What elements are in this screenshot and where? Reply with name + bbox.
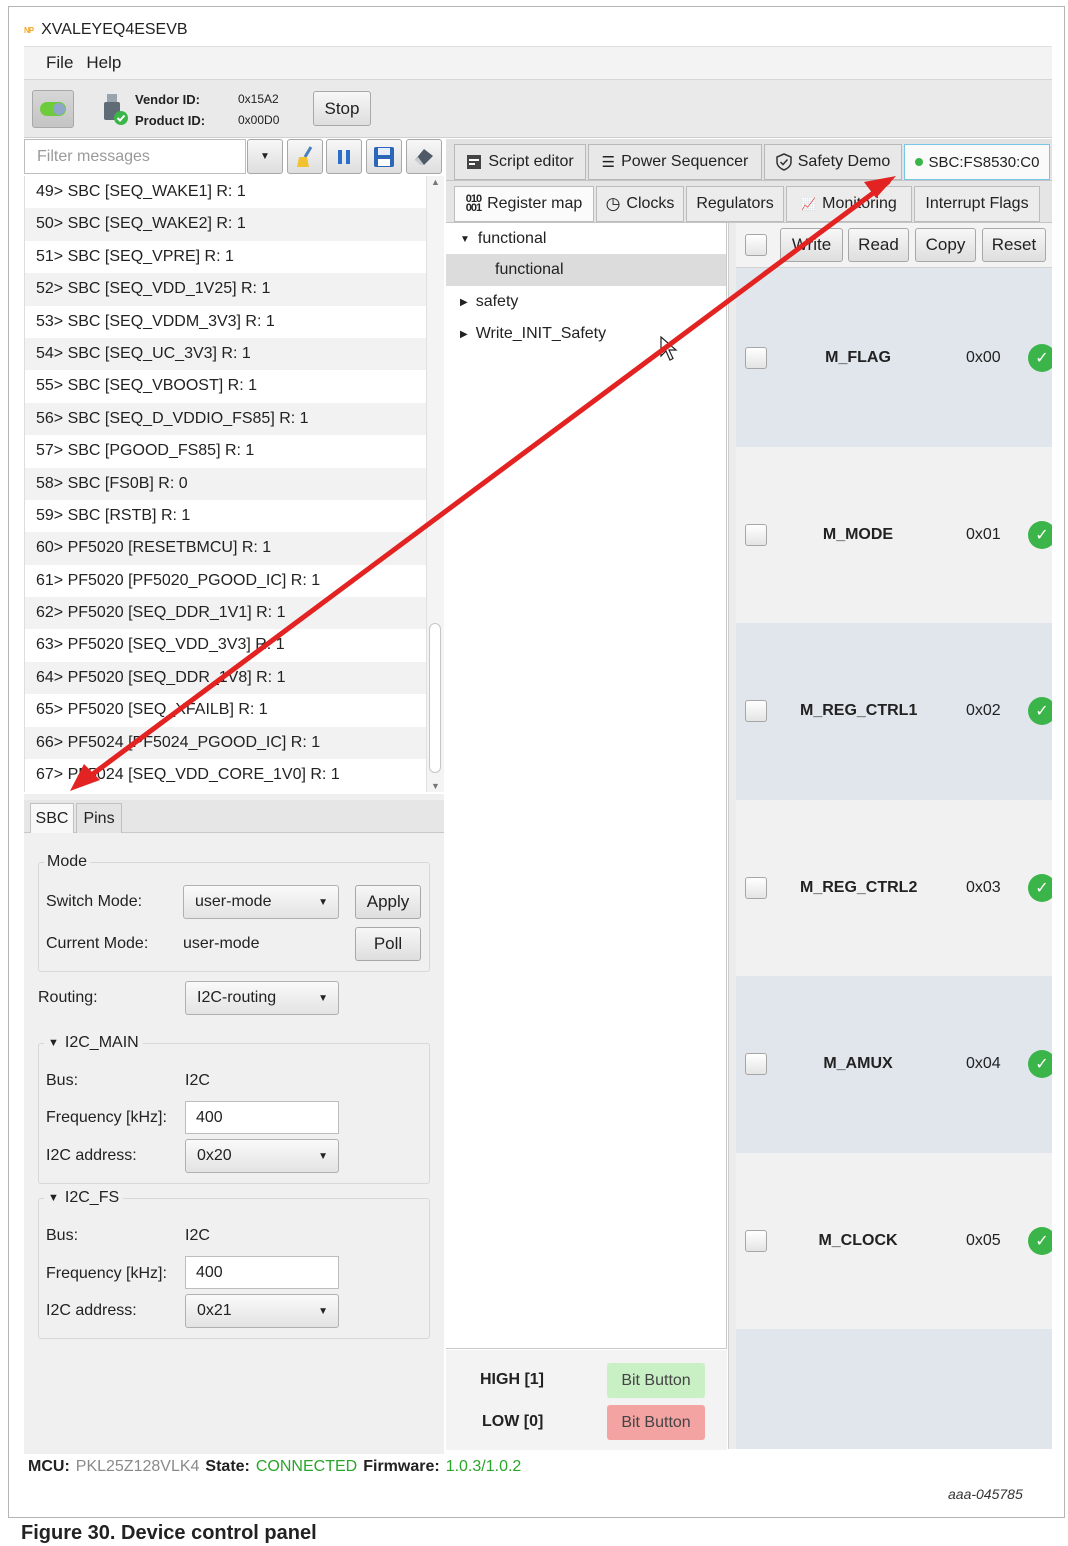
- firmware-label: Firmware:: [363, 1458, 440, 1475]
- register-row[interactable]: M_MODE 0x01 ✓: [736, 446, 1052, 623]
- register-select-checkbox[interactable]: [745, 523, 767, 546]
- register-row[interactable]: M_FLAG 0x00 ✓: [736, 270, 1052, 446]
- register-row[interactable]: M_REG_CTRL1 0x02 ✓: [736, 623, 1052, 799]
- register-name: M_CLOCK: [818, 1231, 898, 1249]
- register-row[interactable]: M_REG_CTRL2 0x03 ✓: [736, 799, 1052, 976]
- mouse-pointer-icon: [660, 336, 678, 361]
- state-label: State:: [205, 1458, 250, 1475]
- check-circle-icon: ✓: [1028, 344, 1052, 372]
- register-name: M_MODE: [822, 525, 894, 543]
- check-circle-icon: ✓: [1028, 520, 1052, 549]
- check-circle-icon: ✓: [1028, 873, 1052, 902]
- register-row[interactable]: M_AMUX 0x04 ✓: [736, 976, 1052, 1152]
- check-circle-icon: ✓: [1028, 1226, 1052, 1255]
- register-name: M_FLAG: [825, 349, 891, 366]
- figure-caption: Figure 30. Device control panel: [21, 1522, 317, 1544]
- register-name: M_AMUX: [823, 1055, 893, 1072]
- register-select-checkbox[interactable]: [745, 347, 767, 369]
- register-select-checkbox[interactable]: [745, 876, 767, 899]
- register-select-checkbox[interactable]: [745, 700, 767, 722]
- state-value: CONNECTED: [255, 1458, 358, 1475]
- register-name: M_REG_CTRL2: [800, 878, 918, 896]
- status-bar: MCU: PKL25Z128VLK4 State: CONNECTED Firm…: [24, 1452, 1052, 1482]
- check-circle-icon: ✓: [1028, 1050, 1052, 1078]
- register-address: 0x04: [966, 1055, 1001, 1072]
- mcu-label: MCU:: [28, 1458, 70, 1475]
- register-address: 0x03: [966, 878, 1001, 896]
- check-circle-icon: ✓: [1028, 697, 1052, 725]
- register-select-checkbox[interactable]: [745, 1229, 767, 1252]
- figure-id: aaa-045785: [948, 1486, 1023, 1502]
- mcu-value: PKL25Z128VLK4: [75, 1458, 200, 1475]
- register-name: M_REG_CTRL1: [800, 702, 918, 719]
- register-address: 0x01: [966, 525, 1001, 543]
- register-address: 0x05: [966, 1231, 1001, 1249]
- register-row[interactable]: M_CLOCK 0x05 ✓: [736, 1152, 1052, 1329]
- register-select-checkbox[interactable]: [745, 1053, 767, 1075]
- register-address: 0x00: [966, 349, 1001, 366]
- register-address: 0x02: [966, 702, 1001, 719]
- firmware-value: 1.0.3/1.0.2: [445, 1458, 522, 1475]
